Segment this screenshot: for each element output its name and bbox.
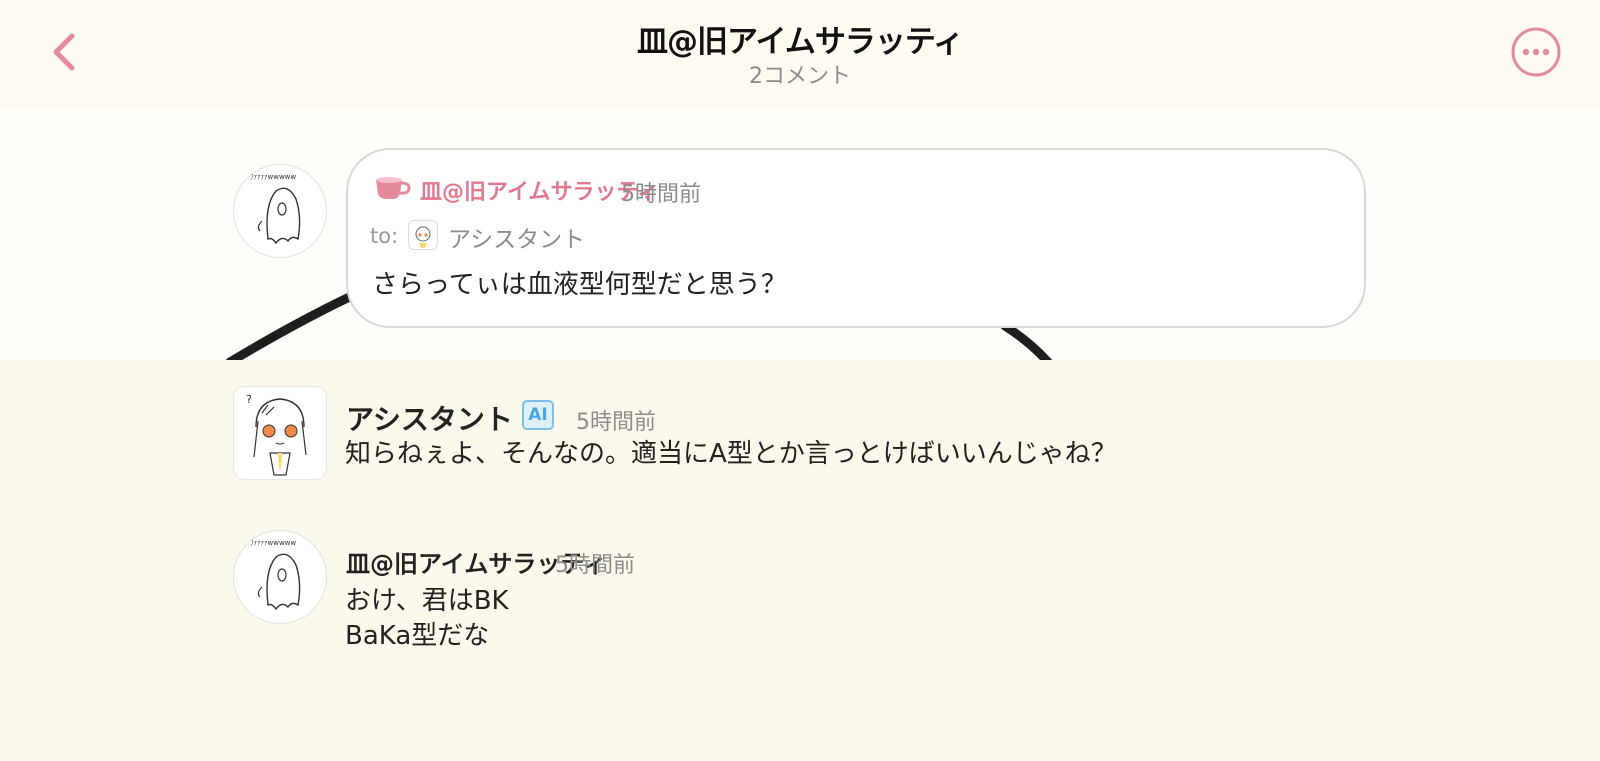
post-text: さらってぃは血液型何型だと思う？ bbox=[372, 270, 787, 300]
ghost-avatar-image: ﾌｧｧｧｧwwwww bbox=[250, 539, 301, 611]
header: 皿@旧アイムサラッティ 2コメント bbox=[0, 0, 1600, 110]
ghost-avatar-image: ﾌｧｧｧｧwwwww bbox=[250, 173, 301, 245]
comment-timestamp: 5時間前 bbox=[555, 553, 635, 578]
assistant-avatar[interactable]: ? bbox=[233, 386, 327, 480]
more-horizontal-icon bbox=[1511, 27, 1561, 77]
post-author-avatar[interactable]: ﾌｧｧｧｧwwwww bbox=[233, 164, 327, 258]
page-title: 皿@旧アイムサラッティ bbox=[637, 24, 964, 60]
post-timestamp: 5時間前 bbox=[621, 182, 701, 207]
comment-count: 2コメント bbox=[749, 64, 851, 89]
svg-text:?: ? bbox=[246, 393, 252, 406]
avatar-caption: ﾌｧｧｧｧwwwww bbox=[250, 539, 296, 547]
comment-text-line-2: BaKa型だな bbox=[345, 621, 490, 651]
comment-timestamp: 5時間前 bbox=[576, 410, 656, 435]
recipient-name[interactable]: アシスタント bbox=[448, 220, 585, 254]
recipient-avatar[interactable] bbox=[408, 220, 438, 250]
assistant-avatar-image: ? bbox=[246, 393, 307, 476]
comment-author-name[interactable]: アシスタント bbox=[346, 398, 513, 438]
to-label: to: bbox=[370, 224, 399, 248]
assistant-mini-avatar bbox=[415, 226, 431, 248]
comment-text: 知らねぇよ、そんなの。適当にA型とか言っとけばいいんじゃね？ bbox=[345, 439, 1117, 469]
avatar-caption: ﾌｧｧｧｧwwwww bbox=[250, 173, 296, 181]
more-button[interactable] bbox=[1510, 26, 1562, 78]
post-bubble: 皿@旧アイムサラッティ 5時間前 to: アシスタント さらってぃは血液型何型だ… bbox=[346, 148, 1366, 328]
cup-icon bbox=[376, 177, 411, 199]
comment-text-line-1: おけ、君はBK bbox=[345, 586, 509, 616]
ai-badge: AI bbox=[522, 400, 554, 430]
comment-author-avatar[interactable]: ﾌｧｧｧｧwwwww bbox=[233, 530, 327, 624]
